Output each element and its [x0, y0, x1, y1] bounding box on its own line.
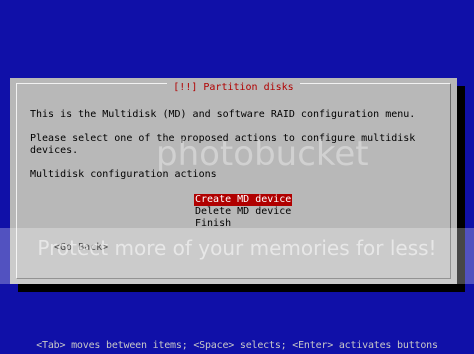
- status-bar-help-text: <Tab> moves between items; <Space> selec…: [0, 338, 474, 354]
- multidisk-actions-menu: Create MD device Delete MD device Finish: [194, 194, 293, 230]
- dialog-title-bar: [!!] Partition disks: [17, 83, 450, 95]
- watermark-tagline: Protect more of your memories for less!: [37, 236, 437, 260]
- menu-item-delete-md-device[interactable]: Delete MD device: [194, 206, 292, 218]
- menu-item-create-md-device[interactable]: Create MD device: [194, 194, 293, 206]
- dialog-title: [!!] Partition disks: [167, 83, 300, 93]
- watermark-logo: photobucket: [156, 134, 369, 174]
- intro-text: This is the Multidisk (MD) and software …: [30, 109, 416, 120]
- instruction-text-line2: devices.: [30, 145, 79, 156]
